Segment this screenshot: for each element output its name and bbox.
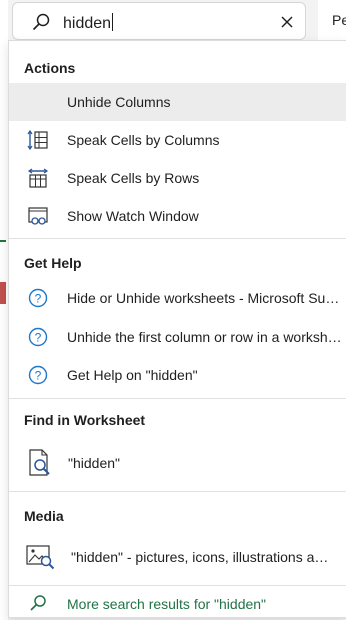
action-speak-cells-by-columns[interactable]: Speak Cells by Columns xyxy=(9,121,346,159)
help-icon: ? xyxy=(27,327,49,347)
more-search-results-link[interactable]: More search results for "hidden" xyxy=(9,589,346,619)
svg-text:?: ? xyxy=(35,331,42,345)
item-label: Unhide the first column or row in a work… xyxy=(67,329,342,345)
search-icon xyxy=(31,12,51,32)
search-input[interactable]: hidden xyxy=(63,13,114,33)
background-cell-marker xyxy=(0,282,6,304)
action-speak-cells-by-rows[interactable]: Speak Cells by Rows xyxy=(9,159,346,197)
item-label: Show Watch Window xyxy=(67,208,199,224)
help-unhide-first-column[interactable]: ? Unhide the first column or row in a wo… xyxy=(9,318,346,356)
clear-search-icon[interactable] xyxy=(280,15,294,29)
search-box[interactable]: hidden xyxy=(12,2,306,40)
section-title-find-in-worksheet: Find in Worksheet xyxy=(24,412,146,428)
speak-rows-icon xyxy=(27,168,49,188)
action-unhide-columns[interactable]: Unhide Columns xyxy=(9,83,346,121)
find-in-worksheet-result[interactable]: "hidden" xyxy=(9,441,346,485)
help-get-help-on-query[interactable]: ? Get Help on "hidden" xyxy=(9,356,346,394)
help-icon: ? xyxy=(27,288,49,308)
item-label: Unhide Columns xyxy=(67,94,171,110)
action-show-watch-window[interactable]: Show Watch Window xyxy=(9,197,346,235)
section-title-actions: Actions xyxy=(24,60,76,76)
item-label: Get Help on "hidden" xyxy=(67,367,198,383)
section-divider xyxy=(9,491,346,492)
media-result[interactable]: "hidden" - pictures, icons, illustration… xyxy=(9,537,346,579)
section-divider xyxy=(9,398,346,399)
item-label: Speak Cells by Rows xyxy=(67,170,200,186)
background-sheet xyxy=(0,0,8,620)
section-divider xyxy=(9,585,346,586)
section-title-get-help: Get Help xyxy=(24,255,82,271)
section-divider xyxy=(9,238,346,239)
svg-text:?: ? xyxy=(35,369,42,383)
item-label: "hidden" - pictures, icons, illustration… xyxy=(71,549,331,565)
search-results-dropdown: Actions Unhide Columns Speak Cells by Co… xyxy=(8,40,346,618)
item-label: "hidden" xyxy=(68,455,120,471)
find-in-sheet-icon xyxy=(27,449,53,477)
watch-window-icon xyxy=(27,206,49,226)
svg-text:?: ? xyxy=(35,292,42,306)
background-tab[interactable]: Pe xyxy=(318,0,346,40)
item-label: Speak Cells by Columns xyxy=(67,132,220,148)
background-grid-line xyxy=(0,240,6,242)
section-title-media: Media xyxy=(24,508,64,524)
image-search-icon xyxy=(25,543,55,571)
more-results-label: More search results for "hidden" xyxy=(67,596,267,612)
search-icon xyxy=(29,594,47,612)
item-label: Hide or Unhide worksheets - Microsoft Su… xyxy=(67,290,342,306)
help-icon: ? xyxy=(27,365,49,385)
help-hide-unhide-worksheets[interactable]: ? Hide or Unhide worksheets - Microsoft … xyxy=(9,279,346,317)
speak-columns-icon xyxy=(27,129,49,151)
